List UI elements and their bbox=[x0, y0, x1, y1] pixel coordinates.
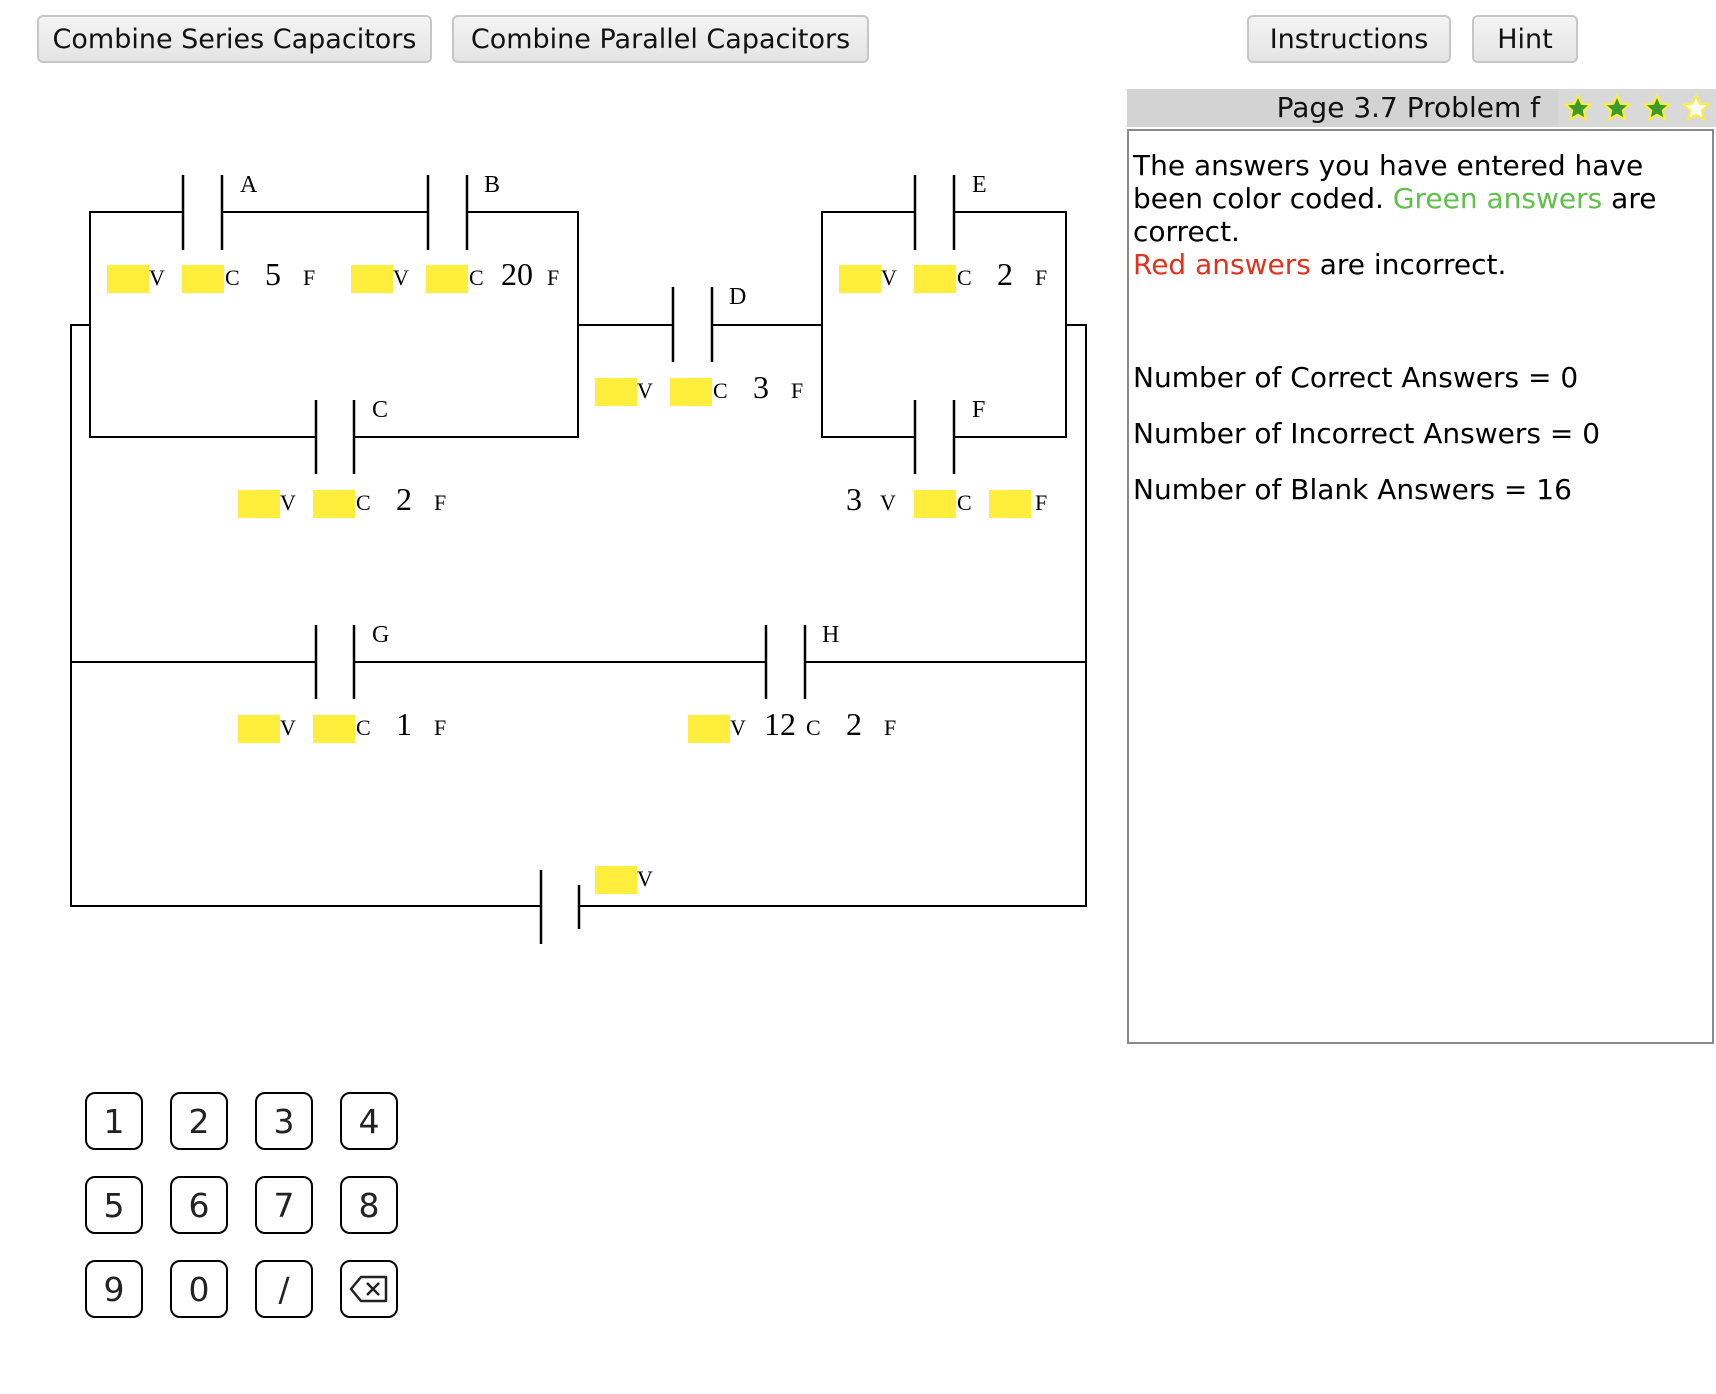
backspace-key[interactable] bbox=[340, 1260, 398, 1318]
capacitor-g-capacitance-value: 1 bbox=[396, 706, 412, 742]
capacitor-f-capacitance-input[interactable] bbox=[989, 490, 1031, 518]
capacitor-b-symbol bbox=[426, 175, 469, 250]
star-filled-icon bbox=[1602, 93, 1633, 122]
star-filled-icon bbox=[1562, 93, 1593, 122]
star-empty-icon bbox=[1681, 93, 1712, 122]
capacitor-f-charge-input[interactable] bbox=[914, 490, 956, 518]
key-7[interactable]: 7 bbox=[255, 1176, 313, 1234]
capacitor-d-charge-input[interactable] bbox=[670, 378, 712, 406]
battery-voltage-input[interactable] bbox=[595, 866, 637, 894]
capacitor-d-label: D bbox=[729, 284, 746, 310]
capacitor-a-capacitance-unit: F bbox=[303, 265, 315, 290]
star-rating bbox=[1558, 89, 1716, 127]
key-9[interactable]: 9 bbox=[85, 1260, 143, 1318]
capacitor-e-charge-input[interactable] bbox=[914, 265, 956, 293]
capacitor-d-charge-unit: C bbox=[713, 378, 728, 403]
capacitor-e-voltage-input[interactable] bbox=[839, 265, 881, 293]
capacitor-a-voltage-unit: V bbox=[149, 265, 165, 290]
capacitor-a-label: A bbox=[240, 172, 258, 198]
capacitor-h-capacitance-value: 2 bbox=[846, 706, 862, 742]
capacitor-h-capacitance-unit: F bbox=[884, 715, 896, 740]
capacitor-b-charge-unit: C bbox=[469, 265, 484, 290]
capacitor-f-symbol bbox=[913, 400, 956, 474]
problem-title: Page 3.7 Problem f bbox=[1276, 91, 1540, 124]
capacitor-e-charge-unit: C bbox=[957, 265, 972, 290]
capacitor-b-capacitance-value: 20 bbox=[501, 256, 533, 292]
capacitor-d-voltage-input[interactable] bbox=[595, 378, 637, 406]
capacitor-g-charge-input[interactable] bbox=[313, 715, 355, 743]
capacitor-a-charge-input[interactable] bbox=[182, 265, 224, 293]
capacitor-c-charge-unit: C bbox=[356, 490, 371, 515]
capacitor-c-capacitance-value: 2 bbox=[396, 481, 412, 517]
capacitor-c-voltage-input[interactable] bbox=[238, 490, 280, 518]
capacitor-a-charge-unit: C bbox=[225, 265, 240, 290]
capacitor-h-voltage-unit: V bbox=[730, 715, 746, 740]
capacitor-c-capacitance-unit: F bbox=[434, 490, 446, 515]
capacitor-h-label: H bbox=[822, 622, 839, 648]
circuit-diagram: A B C D E F G H V C 5 F V C 20 F V C 2 F… bbox=[70, 172, 1087, 944]
capacitor-e-capacitance-value: 2 bbox=[997, 256, 1013, 292]
capacitor-h-charge-unit: C bbox=[806, 715, 821, 740]
backspace-icon bbox=[349, 1275, 388, 1303]
capacitor-e-voltage-unit: V bbox=[881, 265, 897, 290]
capacitor-a-capacitance-value: 5 bbox=[265, 256, 281, 292]
capacitor-b-charge-input[interactable] bbox=[426, 265, 468, 293]
capacitor-h-charge-value: 12 bbox=[764, 706, 796, 742]
capacitor-d-capacitance-unit: F bbox=[791, 378, 803, 403]
capacitor-a-symbol bbox=[181, 175, 224, 250]
capacitor-f-voltage-value: 3 bbox=[846, 481, 862, 517]
problem-header: Page 3.7 Problem f bbox=[1127, 89, 1716, 127]
capacitor-b-label: B bbox=[484, 172, 500, 198]
capacitor-d-capacitance-value: 3 bbox=[753, 369, 769, 405]
capacitor-g-charge-unit: C bbox=[356, 715, 371, 740]
capacitor-b-voltage-input[interactable] bbox=[351, 265, 393, 293]
feedback-panel: The answers you have entered have been c… bbox=[1127, 129, 1714, 1044]
key-8[interactable]: 8 bbox=[340, 1176, 398, 1234]
battery-symbol bbox=[539, 870, 581, 944]
key-1[interactable]: 1 bbox=[85, 1092, 143, 1150]
star-filled-icon bbox=[1641, 93, 1672, 122]
capacitor-f-charge-unit: C bbox=[957, 490, 972, 515]
instructions-button[interactable]: Instructions bbox=[1247, 15, 1451, 63]
correct-answers-count: Number of Correct Answers = 0 bbox=[1133, 361, 1579, 394]
capacitor-e-capacitance-unit: F bbox=[1035, 265, 1047, 290]
capacitor-h-symbol bbox=[764, 625, 807, 699]
capacitor-c-label: C bbox=[372, 397, 388, 423]
capacitor-h-voltage-input[interactable] bbox=[688, 715, 730, 743]
blank-answers-count: Number of Blank Answers = 16 bbox=[1133, 473, 1572, 506]
capacitor-e-symbol bbox=[913, 175, 956, 250]
key-6[interactable]: 6 bbox=[170, 1176, 228, 1234]
capacitor-g-label: G bbox=[372, 622, 389, 648]
capacitor-b-capacitance-unit: F bbox=[547, 265, 559, 290]
capacitor-a-voltage-input[interactable] bbox=[107, 265, 149, 293]
green-answers-text: Green answers bbox=[1392, 182, 1603, 215]
capacitor-c-voltage-unit: V bbox=[280, 490, 296, 515]
capacitor-e-label: E bbox=[972, 172, 987, 198]
capacitor-d-symbol bbox=[671, 287, 714, 362]
capacitor-f-capacitance-unit: F bbox=[1035, 490, 1047, 515]
key-4[interactable]: 4 bbox=[340, 1092, 398, 1150]
capacitor-g-voltage-unit: V bbox=[280, 715, 296, 740]
capacitor-g-capacitance-unit: F bbox=[434, 715, 446, 740]
key-5[interactable]: 5 bbox=[85, 1176, 143, 1234]
battery-voltage-unit: V bbox=[637, 866, 653, 891]
feedback-message: The answers you have entered have been c… bbox=[1133, 149, 1657, 281]
key-0[interactable]: 0 bbox=[170, 1260, 228, 1318]
capacitor-f-voltage-unit: V bbox=[880, 490, 896, 515]
capacitor-c-symbol bbox=[314, 400, 356, 474]
capacitor-d-voltage-unit: V bbox=[637, 378, 653, 403]
key-3[interactable]: 3 bbox=[255, 1092, 313, 1150]
red-answers-text: Red answers bbox=[1133, 248, 1311, 281]
circuit-wires bbox=[70, 211, 1087, 907]
key-2[interactable]: 2 bbox=[170, 1092, 228, 1150]
capacitor-g-voltage-input[interactable] bbox=[238, 715, 280, 743]
key-slash[interactable]: / bbox=[255, 1260, 313, 1318]
capacitor-b-voltage-unit: V bbox=[393, 265, 409, 290]
capacitor-c-charge-input[interactable] bbox=[313, 490, 355, 518]
hint-button[interactable]: Hint bbox=[1472, 15, 1578, 63]
capacitor-g-symbol bbox=[314, 625, 356, 699]
capacitor-f-label: F bbox=[972, 397, 985, 423]
incorrect-answers-count: Number of Incorrect Answers = 0 bbox=[1133, 417, 1601, 450]
